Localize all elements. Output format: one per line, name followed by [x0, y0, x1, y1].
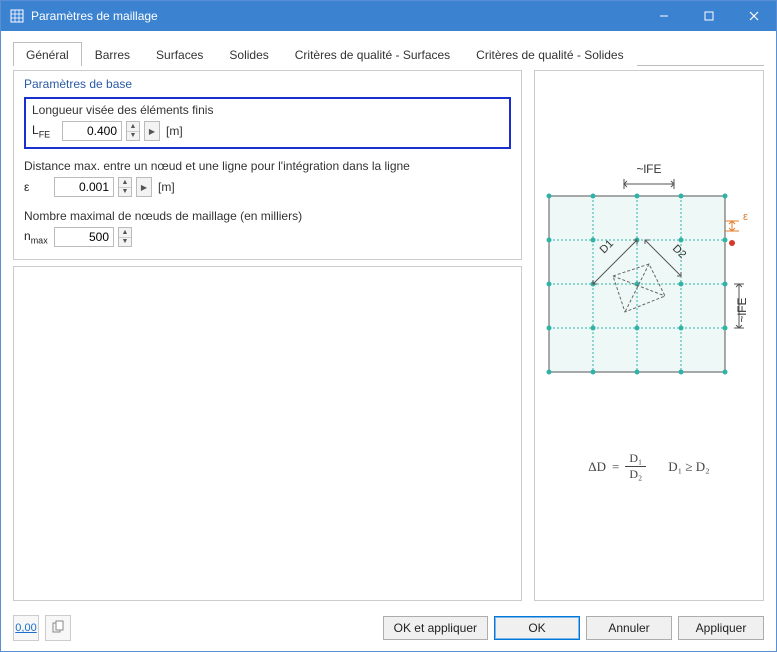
chevron-down-icon: ▼ [127, 131, 139, 141]
copy-button[interactable] [45, 615, 71, 641]
tab-qualite-solides[interactable]: Critères de qualité - Solides [463, 42, 636, 66]
mesh-settings-window: Paramètres de maillage Général Barres Su… [0, 0, 777, 652]
app-icon [9, 8, 25, 24]
footer: 0,00 OK et appliquer OK Annuler Applique… [1, 609, 776, 651]
ok-button[interactable]: OK [494, 616, 580, 640]
nmax-input[interactable] [54, 227, 114, 247]
group-title: Paramètres de base [24, 77, 511, 91]
units-button[interactable]: 0,00 [13, 615, 39, 641]
clipboard-icon [51, 620, 65, 637]
tab-bar: Général Barres Surfaces Solides Critères… [1, 31, 776, 65]
diagram-panel: ~lFE [534, 70, 764, 601]
eps-symbol: ε [24, 180, 50, 194]
lfe-row: LFE ▲▼ ▶ [m] [32, 121, 503, 141]
eps-pick-button[interactable]: ▶ [136, 177, 152, 197]
eps-label: Distance max. entre un nœud et une ligne… [24, 159, 511, 173]
eq-d2: D₂ [625, 467, 646, 482]
maximize-button[interactable] [686, 1, 731, 31]
chevron-up-icon: ▲ [119, 178, 131, 187]
decimal-icon: 0,00 [15, 622, 36, 634]
lfe-input[interactable] [62, 121, 122, 141]
titlebar: Paramètres de maillage [1, 1, 776, 31]
lfe-label: Longueur visée des éléments finis [32, 103, 503, 117]
chevron-down-icon: ▼ [119, 187, 131, 197]
minimize-button[interactable] [641, 1, 686, 31]
tab-general[interactable]: Général [13, 42, 82, 66]
apply-button[interactable]: Appliquer [678, 616, 764, 640]
chevron-up-icon: ▲ [127, 122, 139, 131]
ok-apply-button[interactable]: OK et appliquer [383, 616, 488, 640]
tab-surfaces[interactable]: Surfaces [143, 42, 216, 66]
eq-d1: D₁ [625, 451, 646, 467]
chevron-down-icon: ▼ [119, 237, 131, 247]
tab-qualite-surfaces[interactable]: Critères de qualité - Surfaces [282, 42, 463, 66]
tab-barres[interactable]: Barres [82, 42, 143, 66]
lfe-unit: [m] [166, 124, 183, 138]
blank-panel [13, 266, 522, 601]
lfe-spinner[interactable]: ▲▼ [126, 121, 140, 141]
nmax-row: nmax ▲▼ [24, 227, 511, 247]
nmax-label: Nombre maximal de nœuds de maillage (en … [24, 209, 511, 223]
play-icon: ▶ [149, 127, 155, 136]
lfe-highlight: Longueur visée des éléments finis LFE ▲▼… [24, 97, 511, 149]
eq-delta: ΔD [588, 459, 606, 475]
window-title: Paramètres de maillage [31, 9, 641, 23]
mesh-diagram: ~lFE [544, 161, 754, 411]
diagram-equation: ΔD = D₁ D₂ D₁ ≥ D₂ [588, 451, 709, 482]
left-column: Paramètres de base Longueur visée des él… [13, 70, 522, 601]
lfe-pick-button[interactable]: ▶ [144, 121, 160, 141]
nmax-symbol: nmax [24, 229, 50, 245]
eps-row: ε ▲▼ ▶ [m] [24, 177, 511, 197]
close-button[interactable] [731, 1, 776, 31]
nmax-spinner[interactable]: ▲▼ [118, 227, 132, 247]
chevron-up-icon: ▲ [119, 228, 131, 237]
content-area: Paramètres de base Longueur visée des él… [1, 66, 776, 609]
diag-lfe-right: ~lFE [735, 297, 749, 322]
base-params-group: Paramètres de base Longueur visée des él… [13, 70, 522, 260]
cancel-button[interactable]: Annuler [586, 616, 672, 640]
eps-unit: [m] [158, 180, 175, 194]
window-buttons [641, 1, 776, 31]
lfe-symbol: LFE [32, 123, 58, 139]
eq-cond: D₁ ≥ D₂ [668, 459, 709, 475]
play-icon: ▶ [141, 183, 147, 192]
eps-spinner[interactable]: ▲▼ [118, 177, 132, 197]
diag-lfe-top: ~lFE [636, 162, 661, 176]
tab-solides[interactable]: Solides [216, 42, 281, 66]
diag-eps: ε [743, 211, 748, 223]
eps-input[interactable] [54, 177, 114, 197]
